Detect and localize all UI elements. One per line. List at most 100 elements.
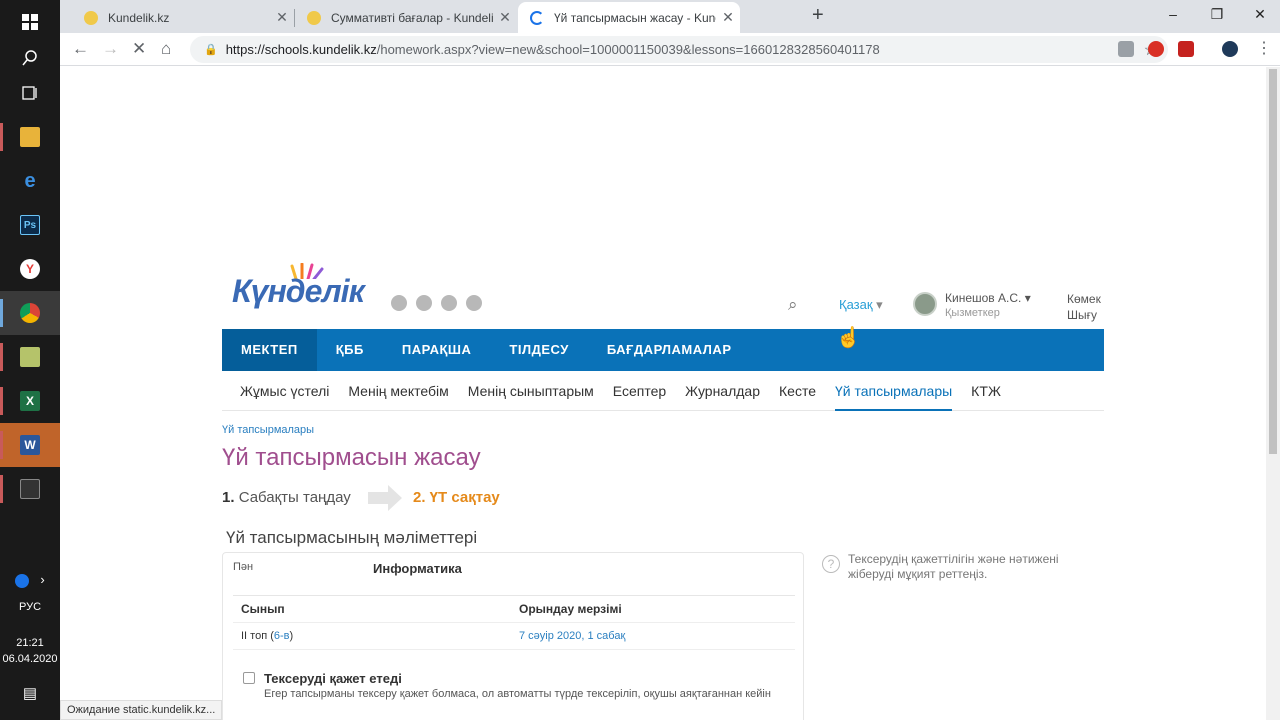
- extension-icon[interactable]: [1178, 41, 1194, 57]
- due-date-link[interactable]: 7 сәуір 2020, 1 сабақ: [513, 630, 625, 642]
- chevron-right-icon[interactable]: ›: [40, 572, 44, 587]
- main-nav-messages[interactable]: ТІЛДЕСУ: [490, 329, 587, 371]
- homework-details-panel: Пән Информатика Сынып Орындау мерзімі ІІ…: [222, 552, 804, 720]
- taskbar-file-explorer[interactable]: [0, 115, 60, 159]
- sub-nav-journals[interactable]: Журналдар: [685, 371, 760, 411]
- photoshop-icon: Ps: [20, 215, 40, 235]
- taskbar-edge[interactable]: e: [0, 159, 60, 203]
- taskbar-chrome[interactable]: [0, 291, 60, 335]
- chevron-down-icon: ▾: [876, 297, 883, 312]
- yandex-icon: Y: [20, 259, 40, 279]
- sub-nav-desktop[interactable]: Жұмыс үстелі: [240, 371, 329, 411]
- home-icon[interactable]: ⌂: [161, 39, 171, 59]
- class-link[interactable]: 6-в: [274, 630, 290, 642]
- shield-extension-icon[interactable]: [1118, 41, 1134, 57]
- messages-icon[interactable]: [391, 295, 407, 311]
- logout-link[interactable]: Шығу: [1067, 308, 1097, 322]
- requires-check-description: Егер тапсырманы тексеру қажет болмаса, о…: [264, 688, 771, 700]
- status-bar: Ожидание static.kundelik.kz...: [60, 700, 223, 720]
- sub-nav: Жұмыс үстелі Менің мектебім Менің сыныпт…: [222, 371, 1104, 411]
- url-domain: https://schools.kundelik.kz: [225, 42, 377, 57]
- taskbar-yandex[interactable]: Y: [0, 247, 60, 291]
- hint-text: Тексерудің қажеттілігін және нәтижені жі…: [848, 552, 1059, 581]
- site-search-icon[interactable]: ⌕: [788, 295, 798, 315]
- sub-nav-ktzh[interactable]: КТЖ: [971, 371, 1001, 411]
- sub-nav-schedule[interactable]: Кесте: [779, 371, 816, 411]
- restore-button[interactable]: ❐: [1197, 6, 1237, 23]
- breadcrumb[interactable]: Үй тапсырмалары: [222, 424, 314, 436]
- tab-kundelik[interactable]: Kundelik.kz ✕: [72, 2, 294, 33]
- avatar[interactable]: [913, 292, 937, 316]
- web-page: Күнделік ⌕ Қазақ ▾ Кинешов А.С. ▾ Қызмет…: [60, 67, 1266, 720]
- tray-icons[interactable]: ›: [0, 572, 60, 589]
- menu-kebab-icon[interactable]: ⋮: [1256, 41, 1272, 57]
- tab-homework-active[interactable]: Үй тапсырмасын жасау - Kunde ✕: [518, 2, 740, 33]
- windows-logo-icon: [22, 14, 38, 30]
- adblock-extension-icon[interactable]: [1148, 41, 1164, 57]
- scrollbar-thumb[interactable]: [1269, 69, 1277, 454]
- bell-icon[interactable]: [441, 295, 457, 311]
- browser-toolbar: ← → ✕ ⌂ 🔒 https://schools.kundelik.kz/ho…: [60, 33, 1280, 66]
- taskbar-app[interactable]: [0, 467, 60, 511]
- hand-cursor-icon: ☝: [836, 327, 861, 349]
- sub-nav-homework[interactable]: Үй тапсырмалары: [834, 371, 953, 411]
- clock-time[interactable]: 21:21: [0, 637, 60, 649]
- subject-value: Информатика: [373, 561, 462, 576]
- class-cell: ІІ топ (6-в): [233, 630, 513, 642]
- tab-strip: Kundelik.kz ✕ Суммативті бағалар - Kunde…: [60, 0, 1280, 33]
- language-label: Қазақ: [839, 297, 873, 312]
- taskbar-word[interactable]: W: [0, 423, 60, 467]
- main-nav-school[interactable]: МЕКТЕП: [222, 329, 317, 371]
- refresh-icon[interactable]: [466, 295, 482, 311]
- sub-nav-my-classes[interactable]: Менің сыныптарым: [468, 371, 594, 411]
- taskbar-excel[interactable]: X: [0, 379, 60, 423]
- page-title: Үй тапсырмасын жасау: [222, 444, 481, 471]
- close-tab-icon[interactable]: ✕: [716, 9, 740, 26]
- sub-nav-my-school[interactable]: Менің мектебім: [348, 371, 448, 411]
- task-view-button[interactable]: [0, 71, 60, 115]
- sub-nav-reports[interactable]: Есептер: [613, 371, 666, 411]
- user-role: Қызметкер: [945, 307, 1000, 319]
- minimize-button[interactable]: –: [1153, 6, 1193, 22]
- clock-date[interactable]: 06.04.2020: [0, 653, 60, 665]
- profile-icon[interactable]: [1222, 41, 1238, 57]
- forward-icon[interactable]: →: [102, 39, 119, 59]
- page-scrollbar[interactable]: [1266, 67, 1280, 720]
- class-group: ІІ топ (: [241, 630, 274, 642]
- help-link[interactable]: Көмек: [1067, 292, 1101, 306]
- teamviewer-icon[interactable]: [15, 574, 30, 589]
- language-indicator[interactable]: РУС: [0, 601, 60, 613]
- address-bar[interactable]: 🔒 https://schools.kundelik.kz/homework.a…: [190, 36, 1168, 63]
- kundelik-favicon-icon: [84, 10, 98, 25]
- search-icon: [22, 50, 37, 66]
- main-nav-page[interactable]: ПАРАҚША: [383, 329, 491, 371]
- notes-icon: [20, 347, 40, 367]
- tab-title: Kundelik.kz: [108, 10, 170, 25]
- quick-icons: [391, 295, 482, 311]
- back-icon[interactable]: ←: [72, 39, 89, 59]
- notification-center-icon[interactable]: ▤: [0, 684, 60, 702]
- close-tab-icon[interactable]: ✕: [270, 9, 294, 26]
- main-nav-kbb[interactable]: ҚББ: [317, 329, 383, 371]
- col-due: Орындау мерзімі: [519, 602, 622, 616]
- taskbar-photoshop[interactable]: Ps: [0, 203, 60, 247]
- user-menu[interactable]: Кинешов А.С. ▾: [945, 291, 1031, 305]
- word-icon: W: [20, 435, 40, 455]
- language-select[interactable]: Қазақ ▾: [839, 297, 883, 313]
- tab-summative[interactable]: Суммативті бағалар - Kundelik.k ✕: [295, 2, 517, 33]
- task-view-icon: [22, 86, 37, 100]
- close-window-button[interactable]: ✕: [1240, 6, 1280, 23]
- step-1-label: Сабақты таңдау: [238, 489, 351, 506]
- new-tab-button[interactable]: +: [812, 4, 824, 27]
- main-nav-programs[interactable]: БАҒДАРЛАМАЛАР: [588, 329, 751, 371]
- site-logo[interactable]: Күнделік: [232, 273, 365, 310]
- edge-icon: e: [24, 169, 36, 192]
- close-tab-icon[interactable]: ✕: [493, 9, 517, 26]
- requires-check-label[interactable]: Тексеруді қажет етеді: [264, 671, 402, 686]
- taskbar-notes[interactable]: [0, 335, 60, 379]
- profile-person-icon[interactable]: [416, 295, 432, 311]
- main-nav: МЕКТЕП ҚББ ПАРАҚША ТІЛДЕСУ БАҒДАРЛАМАЛАР: [222, 329, 1104, 371]
- user-name: Кинешов А.С.: [945, 291, 1022, 305]
- stop-icon[interactable]: ✕: [132, 39, 146, 59]
- requires-check-checkbox[interactable]: [243, 672, 255, 684]
